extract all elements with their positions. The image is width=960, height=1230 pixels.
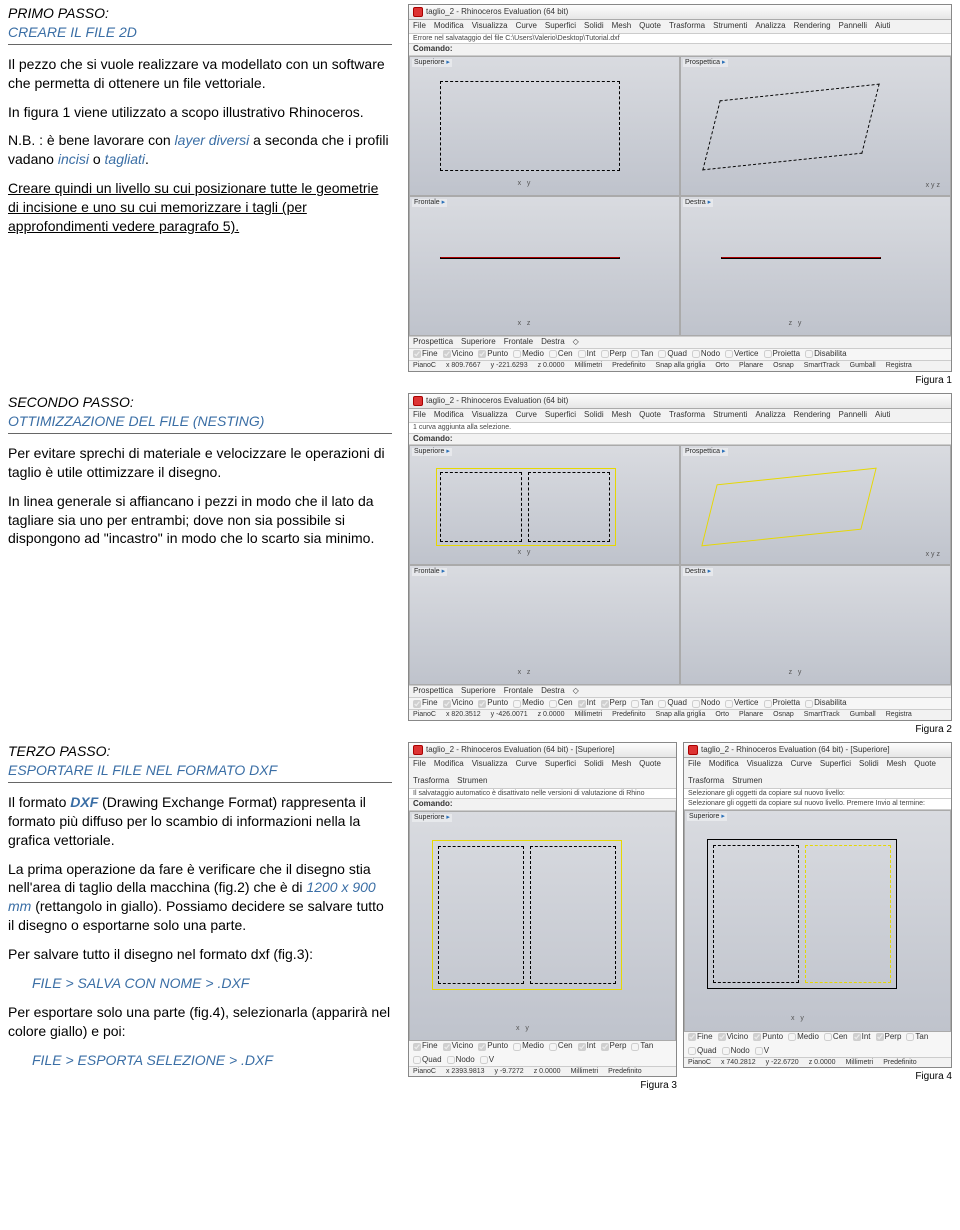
step2-p2: In linea generale si affiancano i pezzi …	[8, 492, 392, 549]
step1-p3: Creare quindi un livello su cui posizion…	[8, 179, 392, 236]
fig4-caption: Figura 4	[683, 1070, 952, 1084]
rhino-screenshot-4: taglio_2 - Rhinoceros Evaluation (64 bit…	[683, 742, 952, 1068]
fig3-caption: Figura 3	[408, 1079, 677, 1093]
rhino-logo-icon	[413, 396, 423, 406]
rhino-screenshot-1: taglio_2 - Rhinoceros Evaluation (64 bit…	[408, 4, 952, 372]
step1-label: PRIMO PASSO:	[8, 4, 392, 23]
step1-p2: N.B. : è bene lavorare con layer diversi…	[8, 131, 392, 169]
step3-subtitle: ESPORTARE IL FILE NEL FORMATO DXF	[8, 761, 392, 780]
step2-p1: Per evitare sprechi di materiale e veloc…	[8, 444, 392, 482]
step2-text: SECONDO PASSO: OTTIMIZZAZIONE DEL FILE (…	[8, 393, 408, 736]
rhino-screenshot-3: taglio_2 - Rhinoceros Evaluation (64 bit…	[408, 742, 677, 1077]
rhino-logo-icon	[413, 7, 423, 17]
step1-p1a: Il pezzo che si vuole realizzare va mode…	[8, 55, 392, 93]
step1-p1b: In figura 1 viene utilizzato a scopo ill…	[8, 103, 392, 122]
menu-path-export: FILE > ESPORTA SELEZIONE > .DXF	[32, 1051, 392, 1070]
step3-text: TERZO PASSO: ESPORTARE IL FILE NEL FORMA…	[8, 742, 408, 1093]
step3-p1: Il formato DXF (Drawing Exchange Format)…	[8, 793, 392, 850]
fig2-caption: Figura 2	[408, 723, 952, 737]
step3-p3: Per salvare tutto il disegno nel formato…	[8, 945, 392, 964]
rhino-logo-icon	[413, 745, 423, 755]
rhino-menubar: FileModificaVisualizzaCurveSuperficiSoli…	[409, 20, 951, 34]
step3-label: TERZO PASSO:	[8, 742, 392, 761]
step1-text: PRIMO PASSO: CREARE IL FILE 2D Il pezzo …	[8, 4, 408, 387]
menu-path-save: FILE > SALVA CON NOME > .DXF	[32, 974, 392, 993]
step3-p4: Per esportare solo una parte (fig.4), se…	[8, 1003, 392, 1041]
step2-subtitle: OTTIMIZZAZIONE DEL FILE (NESTING)	[8, 412, 392, 431]
step2-label: SECONDO PASSO:	[8, 393, 392, 412]
rhino-screenshot-2: taglio_2 - Rhinoceros Evaluation (64 bit…	[408, 393, 952, 721]
step1-subtitle: CREARE IL FILE 2D	[8, 23, 392, 42]
rhino-logo-icon	[688, 745, 698, 755]
step3-p2: La prima operazione da fare è verificare…	[8, 860, 392, 936]
fig1-caption: Figura 1	[408, 374, 952, 388]
